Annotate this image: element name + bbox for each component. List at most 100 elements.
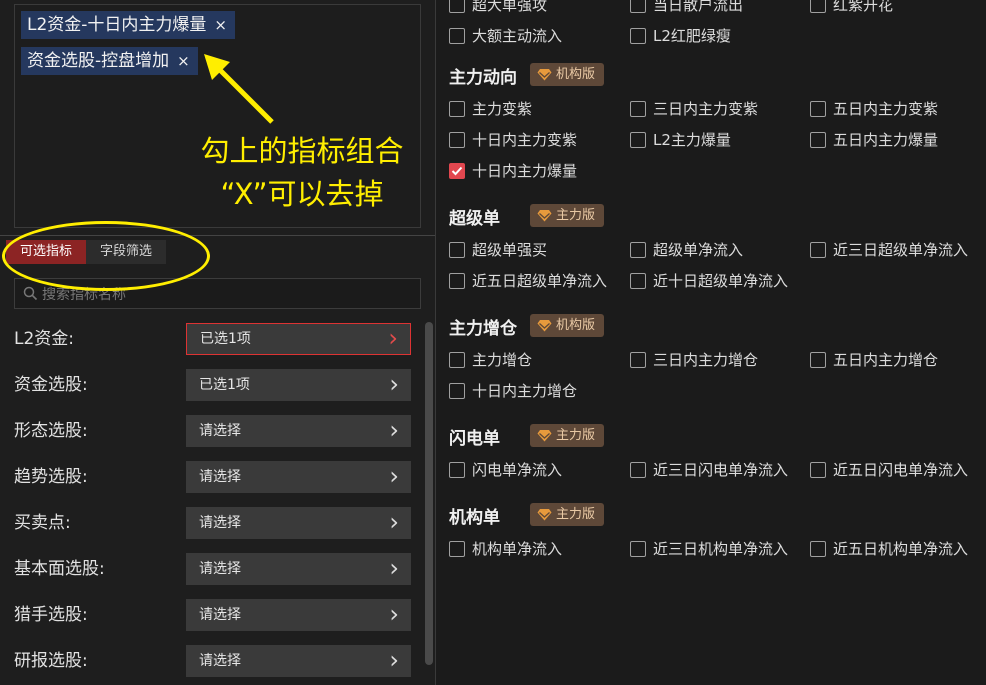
- checkbox-label: 五日内主力爆量: [833, 131, 939, 149]
- version-badge: 机构版: [530, 63, 605, 86]
- category-value: 请选择: [199, 561, 241, 577]
- indicator-checkbox[interactable]: 十日内主力增仓: [449, 380, 577, 401]
- category-select[interactable]: 请选择 ›: [186, 553, 411, 585]
- checkbox-label: 十日内主力变紫: [472, 131, 578, 149]
- indicator-checkbox[interactable]: 超级单强买: [449, 239, 547, 260]
- checkbox-label: 近十日超级单净流入: [653, 272, 789, 290]
- indicator-checkbox[interactable]: 超大单强攻: [449, 0, 547, 15]
- diamond-icon: [537, 68, 556, 81]
- close-icon[interactable]: ×: [214, 16, 227, 34]
- checkbox-icon[interactable]: [449, 241, 465, 258]
- indicator-checkbox[interactable]: 近三日闪电单净流入: [630, 459, 788, 480]
- checkbox-icon[interactable]: [630, 27, 646, 44]
- chip-label: 资金选股-控盘增加: [27, 51, 170, 71]
- checkbox-icon[interactable]: [449, 540, 465, 557]
- indicator-checkbox[interactable]: L2主力爆量: [630, 129, 731, 150]
- checkbox-label: 红紫开花: [833, 0, 894, 14]
- checkbox-icon[interactable]: [449, 0, 465, 13]
- category-select[interactable]: 已选1项 ›: [186, 323, 411, 355]
- checkbox-label: 机构单净流入: [472, 540, 563, 558]
- checkbox-icon[interactable]: [630, 241, 646, 258]
- selected-chip[interactable]: 资金选股-控盘增加 ×: [21, 47, 198, 75]
- annotation-line: “X”可以去掉: [220, 177, 384, 211]
- indicator-checkbox[interactable]: 三日内主力增仓: [630, 349, 758, 370]
- version-badge: 主力版: [530, 503, 605, 526]
- indicator-checkbox[interactable]: 大额主动流入: [449, 25, 562, 46]
- checkbox-label: 十日内主力爆量: [472, 162, 578, 180]
- indicator-checkbox[interactable]: 机构单净流入: [449, 538, 562, 559]
- indicator-checkbox[interactable]: 近三日超级单净流入: [810, 239, 968, 260]
- checkbox-icon[interactable]: [810, 241, 826, 258]
- indicator-checkbox[interactable]: 十日内主力爆量: [449, 160, 577, 181]
- checkbox-icon[interactable]: [449, 272, 465, 289]
- category-select[interactable]: 请选择 ›: [186, 645, 411, 677]
- search-icon: [23, 286, 38, 301]
- checkbox-icon[interactable]: [630, 461, 646, 478]
- version-badge: 机构版: [530, 314, 605, 337]
- checkbox-icon[interactable]: [449, 27, 465, 44]
- checkbox-checked-icon[interactable]: [449, 162, 465, 179]
- checkbox-label: 三日内主力增仓: [653, 351, 759, 369]
- indicator-checkbox[interactable]: 主力增仓: [449, 349, 532, 370]
- checkbox-icon[interactable]: [449, 461, 465, 478]
- checkbox-icon[interactable]: [449, 351, 465, 368]
- checkbox-icon[interactable]: [630, 131, 646, 148]
- checkbox-icon[interactable]: [810, 461, 826, 478]
- close-icon[interactable]: ×: [177, 52, 190, 70]
- diamond-icon: [537, 209, 556, 222]
- checkbox-icon[interactable]: [810, 540, 826, 557]
- checkbox-icon[interactable]: [449, 382, 465, 399]
- category-value: 请选择: [199, 515, 241, 531]
- selected-chip[interactable]: L2资金-十日内主力爆量 ×: [21, 11, 235, 39]
- indicator-checkbox[interactable]: 近五日闪电单净流入: [810, 459, 968, 480]
- chevron-right-icon: ›: [389, 554, 399, 582]
- category-select[interactable]: 请选择 ›: [186, 461, 411, 493]
- checkbox-label: 主力变紫: [472, 100, 533, 118]
- checkbox-icon[interactable]: [630, 272, 646, 289]
- scrollbar[interactable]: [425, 322, 433, 665]
- indicator-checkbox[interactable]: 十日内主力变紫: [449, 129, 577, 150]
- category-value: 请选择: [199, 469, 241, 485]
- checkbox-icon[interactable]: [630, 0, 646, 13]
- checkbox-icon[interactable]: [810, 100, 826, 117]
- checkbox-label: 大额主动流入: [472, 27, 563, 45]
- indicator-checkbox[interactable]: 五日内主力增仓: [810, 349, 938, 370]
- indicator-checkbox[interactable]: 五日内主力爆量: [810, 129, 938, 150]
- category-select[interactable]: 请选择 ›: [186, 599, 411, 631]
- section-title: 机构单: [449, 508, 500, 528]
- indicator-checkbox[interactable]: 闪电单净流入: [449, 459, 562, 480]
- checkbox-label: 超级单强买: [472, 241, 548, 259]
- diamond-icon: [537, 508, 556, 521]
- indicator-checkbox[interactable]: 近三日机构单净流入: [630, 538, 788, 559]
- checkbox-label: 近五日机构单净流入: [833, 540, 969, 558]
- indicator-checkbox[interactable]: 当日散户流出: [630, 0, 743, 15]
- indicator-checkbox[interactable]: 红紫开花: [810, 0, 893, 15]
- chevron-right-icon: ›: [389, 416, 399, 444]
- checkbox-icon[interactable]: [449, 100, 465, 117]
- indicator-checkbox[interactable]: 三日内主力变紫: [630, 98, 758, 119]
- chevron-right-icon: ›: [389, 508, 399, 536]
- checkbox-icon[interactable]: [630, 540, 646, 557]
- badge-label: 主力版: [556, 428, 596, 443]
- checkbox-icon[interactable]: [630, 100, 646, 117]
- chevron-right-icon: ›: [389, 370, 399, 398]
- checkbox-icon[interactable]: [810, 351, 826, 368]
- indicator-checkbox[interactable]: 五日内主力变紫: [810, 98, 938, 119]
- indicator-checkbox[interactable]: 超级单净流入: [630, 239, 743, 260]
- checkbox-label: 超大单强攻: [472, 0, 548, 14]
- checkbox-icon[interactable]: [449, 131, 465, 148]
- category-select[interactable]: 请选择 ›: [186, 415, 411, 447]
- indicator-checkbox[interactable]: 近五日机构单净流入: [810, 538, 968, 559]
- checkbox-icon[interactable]: [810, 0, 826, 13]
- category-select[interactable]: 已选1项 ›: [186, 369, 411, 401]
- category-select[interactable]: 请选择 ›: [186, 507, 411, 539]
- indicator-checkbox[interactable]: 主力变紫: [449, 98, 532, 119]
- indicator-checkbox[interactable]: L2红肥绿瘦: [630, 25, 731, 46]
- checkbox-icon[interactable]: [810, 131, 826, 148]
- indicator-checkbox[interactable]: 近五日超级单净流入: [449, 270, 607, 291]
- category-label: 猎手选股:: [14, 605, 88, 625]
- indicator-checkbox[interactable]: 近十日超级单净流入: [630, 270, 788, 291]
- checkbox-label: 超级单净流入: [653, 241, 744, 259]
- chevron-right-icon: ›: [389, 462, 399, 490]
- checkbox-icon[interactable]: [630, 351, 646, 368]
